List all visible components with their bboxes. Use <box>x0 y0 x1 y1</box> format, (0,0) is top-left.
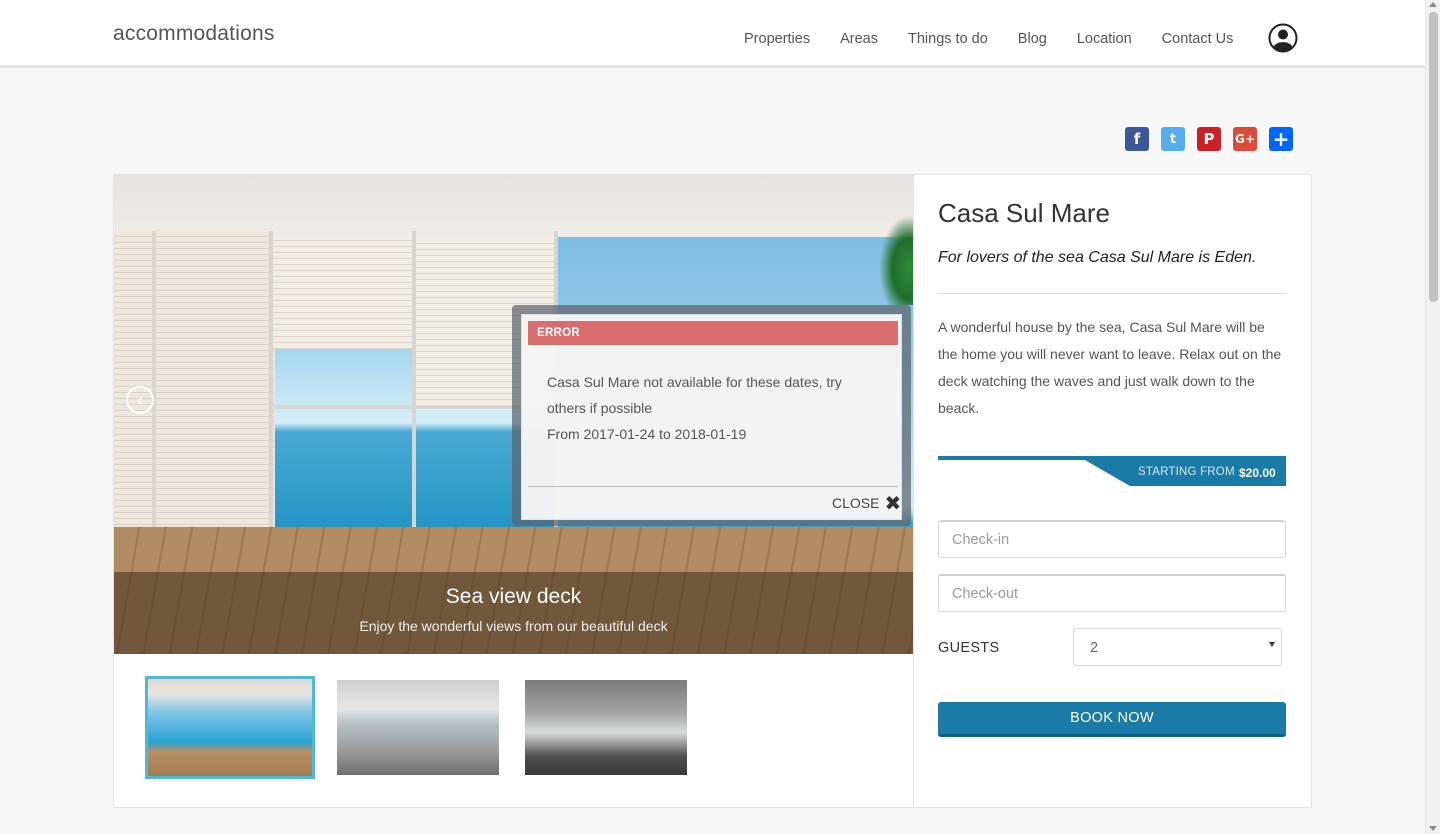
google-plus-icon[interactable]: G+ <box>1233 127 1257 151</box>
property-tagline: For lovers of the sea Casa Sul Mare is E… <box>938 249 1257 266</box>
facebook-icon[interactable]: f <box>1125 127 1149 151</box>
caption-title: Sea view deck <box>445 585 582 608</box>
site-logo[interactable]: accommodations <box>113 22 275 46</box>
window-frame <box>152 231 156 551</box>
nav-contact-us[interactable]: Contact Us <box>1162 31 1234 47</box>
pinterest-icon[interactable]: P <box>1197 127 1221 151</box>
twitter-icon[interactable]: t <box>1161 127 1185 151</box>
close-icon[interactable]: ✖ <box>884 493 901 513</box>
nav-areas[interactable]: Areas <box>840 31 878 47</box>
main-nav: Properties Areas Things to do Blog Locat… <box>744 31 1233 47</box>
price-value: $20.00 <box>1239 466 1276 480</box>
error-modal-heading: ERROR <box>528 321 898 345</box>
window-blind <box>269 235 414 349</box>
guests-select[interactable]: 2 <box>1073 628 1282 666</box>
property-title: Casa Sul Mare <box>938 198 1110 228</box>
guests-value: 2 <box>1090 640 1099 656</box>
nav-things-to-do[interactable]: Things to do <box>908 31 988 47</box>
nav-location[interactable]: Location <box>1077 31 1132 47</box>
gallery-thumbnail-3[interactable] <box>525 680 687 775</box>
share-bar: f t P G+ + <box>1125 127 1293 151</box>
share-icon[interactable]: + <box>1269 127 1293 151</box>
palm-tree <box>879 215 913 305</box>
scroll-thumb[interactable] <box>1429 12 1438 302</box>
scroll-up-icon[interactable] <box>1429 2 1437 7</box>
error-modal-divider <box>528 486 898 487</box>
panel-divider <box>913 175 914 807</box>
gallery-thumbnail-1[interactable] <box>145 676 315 779</box>
close-label: CLOSE <box>832 495 880 511</box>
caption-subtitle: Enjoy the wonderful views from our beaut… <box>359 618 668 634</box>
property-description: A wonderful house by the sea, Casa Sul M… <box>938 319 1282 416</box>
error-modal-close-button[interactable]: CLOSE ✖ <box>832 493 901 513</box>
error-modal-message: Casa Sul Mare not available for these da… <box>547 374 842 416</box>
prev-slide-button[interactable]: ‹ <box>126 386 154 414</box>
chevron-down-icon <box>1269 642 1275 647</box>
checkout-field[interactable]: Check-out <box>938 574 1286 612</box>
nav-properties[interactable]: Properties <box>744 31 810 47</box>
scroll-down-icon[interactable] <box>1429 826 1437 831</box>
nav-blog[interactable]: Blog <box>1018 31 1047 47</box>
error-modal-date-range: From 2017-01-24 to 2018-01-19 <box>547 426 747 442</box>
site-header: accommodations Properties Areas Things t… <box>0 0 1425 68</box>
window-frame <box>269 231 273 551</box>
page-scrollbar[interactable] <box>1425 0 1440 834</box>
price-label: STARTING FROM <box>1138 466 1235 478</box>
guests-label: GUESTS <box>938 640 1000 656</box>
divider <box>938 293 1286 294</box>
window-frame <box>412 231 416 551</box>
user-circle-icon[interactable] <box>1268 23 1298 53</box>
gallery-thumbnail-2[interactable] <box>337 680 499 775</box>
book-now-button[interactable]: BOOK NOW <box>938 702 1286 737</box>
checkin-field[interactable]: Check-in <box>938 520 1286 558</box>
